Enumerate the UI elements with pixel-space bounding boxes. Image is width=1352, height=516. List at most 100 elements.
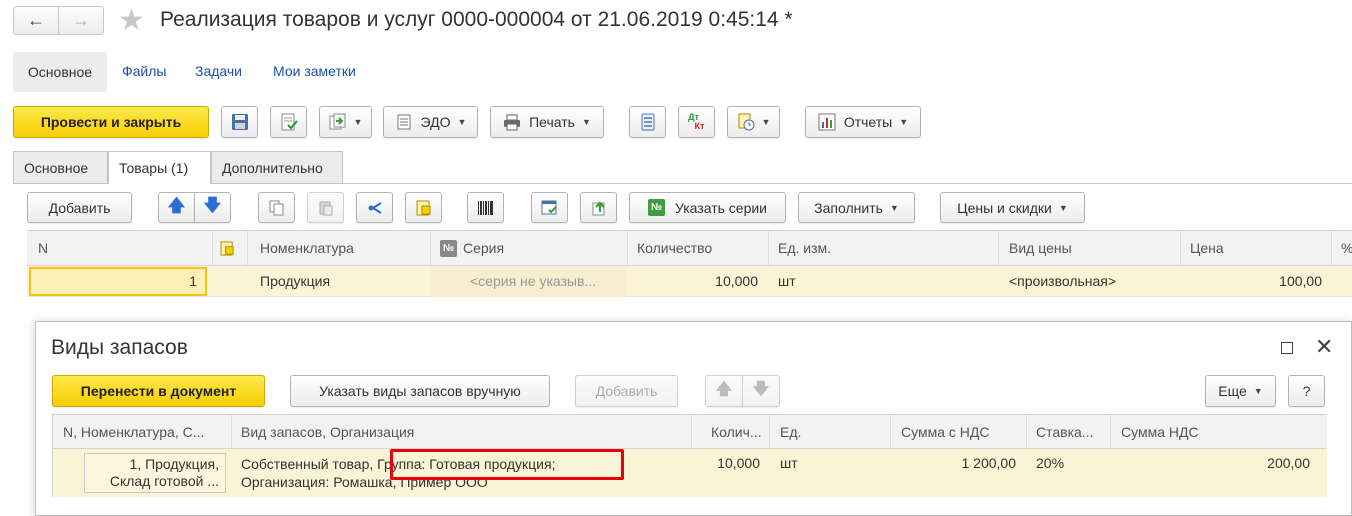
cell-vat-rate[interactable]: 20%	[1036, 455, 1064, 471]
chevron-down-icon: ▼	[1253, 386, 1263, 396]
create-based-on-button[interactable]: ▼	[319, 106, 372, 138]
transfer-to-document-button[interactable]: Перенести в документ	[52, 375, 265, 407]
split-icon	[368, 201, 382, 214]
cell-n[interactable]: 1	[27, 266, 197, 296]
fill-label: Заполнить	[814, 199, 883, 216]
printer-icon	[504, 114, 521, 131]
reports-button[interactable]: Отчеты ▼	[805, 106, 921, 138]
copy-row-button[interactable]	[258, 192, 295, 223]
split-row-button[interactable]	[356, 192, 393, 223]
col-separator	[247, 231, 248, 265]
history-button[interactable]: ▼	[727, 106, 780, 138]
col-separator	[1026, 415, 1027, 448]
specify-series-label: Указать серии	[674, 199, 768, 216]
dtkt-button[interactable]: Дт Кт	[678, 106, 715, 138]
close-icon[interactable]: ✕	[1315, 333, 1333, 361]
nav-link-files[interactable]: Файлы	[122, 63, 166, 79]
cell-price[interactable]: 100,00	[1190, 266, 1322, 296]
more-label: Еще	[1218, 383, 1247, 399]
paste-button[interactable]	[307, 192, 344, 223]
nav-link-main[interactable]: Основное	[13, 52, 107, 92]
tabs-underline	[13, 183, 1352, 184]
cell-price-type[interactable]: <произвольная>	[1009, 266, 1116, 296]
copy-icon	[269, 200, 283, 215]
col-header-unit[interactable]: Ед. изм.	[778, 231, 831, 265]
chevron-down-icon: ▼	[899, 117, 909, 127]
cell-dialog-qty[interactable]: 10,000	[691, 455, 760, 471]
col-header-n-nomenclature[interactable]: N, Номенклатура, С...	[63, 415, 204, 448]
specify-manually-button[interactable]: Указать виды запасов вручную	[290, 375, 550, 407]
goods-table-header: N Номенклатура № Серия Количество Ед. из…	[27, 230, 1352, 266]
stock-select-icon	[416, 200, 430, 215]
goods-add-button[interactable]: Добавить	[27, 192, 132, 223]
chevron-down-icon: ▼	[353, 117, 363, 127]
cell-n-line1: 1, Продукция,	[129, 456, 220, 472]
load-button[interactable]	[580, 192, 617, 223]
col-header-dialog-unit[interactable]: Ед.	[780, 415, 801, 448]
col-header-vat-rate[interactable]: Ставка...	[1036, 415, 1093, 448]
col-header-n[interactable]: N	[38, 231, 48, 265]
dialog-move-down-button[interactable]: 🡇	[742, 375, 780, 407]
more-button[interactable]: Еще ▼	[1205, 375, 1276, 407]
col-header-stock-icon[interactable]	[220, 231, 235, 265]
move-up-button[interactable]: 🡅	[158, 192, 195, 223]
table-row[interactable]: 1, Продукция, Склад готовой ... Собствен…	[52, 449, 1327, 497]
help-label: ?	[1302, 383, 1311, 399]
dialog-move-up-button[interactable]: 🡅	[705, 375, 743, 407]
cell-nomenclature[interactable]: Продукция	[260, 266, 330, 296]
nav-link-notes[interactable]: Мои заметки	[273, 63, 356, 79]
cell-n-nomenclature[interactable]: 1, Продукция, Склад готовой ...	[84, 453, 226, 493]
move-down-button[interactable]: 🡇	[194, 192, 231, 223]
tab-extra[interactable]: Дополнительно	[211, 151, 343, 183]
dialog-add-label: Добавить	[595, 383, 658, 399]
col-header-series[interactable]: № Серия	[440, 231, 504, 265]
tab-goods[interactable]: Товары (1)	[108, 151, 211, 184]
table-row[interactable]: 1 Продукция <серия не указыв... 10,000 ш…	[27, 266, 1352, 297]
tab-extra-label: Дополнительно	[222, 159, 323, 176]
back-button[interactable]: ←	[13, 6, 59, 35]
save-button[interactable]	[221, 106, 258, 138]
post-button[interactable]	[270, 106, 307, 138]
nav-link-tasks[interactable]: Задачи	[195, 63, 242, 79]
help-button[interactable]: ?	[1288, 375, 1325, 407]
cell-qty[interactable]: 10,000	[637, 266, 758, 296]
barcode-button[interactable]	[467, 192, 504, 223]
save-icon	[231, 114, 248, 130]
structure-button[interactable]	[629, 106, 666, 138]
col-separator	[998, 231, 999, 265]
arrow-up-icon: 🡅	[167, 196, 186, 215]
select-items-button[interactable]	[531, 192, 568, 223]
cell-dialog-unit[interactable]: шт	[780, 455, 798, 471]
specify-series-button[interactable]: № Указать серии	[629, 192, 786, 223]
post-and-close-button[interactable]: Провести и закрыть	[13, 106, 209, 138]
col-header-dialog-qty[interactable]: Колич...	[711, 415, 762, 448]
col-header-price[interactable]: Цена	[1190, 231, 1224, 265]
document-clock-icon	[738, 113, 755, 131]
col-header-pct[interactable]: %	[1341, 231, 1352, 265]
cell-series[interactable]: <серия не указыв...	[470, 266, 596, 296]
col-header-vat-sum[interactable]: Сумма НДС	[1121, 415, 1199, 448]
favorite-star-icon[interactable]: ★	[118, 4, 145, 38]
edo-button[interactable]: ЭДО ▼	[383, 106, 478, 138]
cell-sum-vat[interactable]: 1 200,00	[890, 455, 1017, 471]
col-header-qty[interactable]: Количество	[637, 231, 712, 265]
col-separator	[1180, 231, 1181, 265]
stock-button[interactable]	[405, 192, 442, 223]
forward-button[interactable]: →	[58, 6, 104, 35]
create-based-on-icon	[329, 113, 346, 130]
col-header-nomenclature[interactable]: Номенклатура	[260, 231, 354, 265]
cell-vat-sum[interactable]: 200,00	[1110, 455, 1310, 471]
col-header-sum-vat[interactable]: Сумма с НДС	[901, 415, 989, 448]
chevron-down-icon: ▼	[581, 117, 591, 127]
dialog-add-button[interactable]: Добавить	[575, 375, 678, 407]
tab-main[interactable]: Основное	[13, 151, 108, 183]
prices-discounts-button[interactable]: Цены и скидки ▼	[940, 192, 1085, 223]
maximize-icon[interactable]	[1281, 342, 1293, 354]
print-button[interactable]: Печать ▼	[490, 106, 604, 138]
col-separator	[212, 231, 213, 265]
edo-label: ЭДО	[420, 114, 451, 130]
cell-unit[interactable]: шт	[778, 266, 796, 296]
fill-button[interactable]: Заполнить ▼	[798, 192, 915, 223]
col-header-price-type[interactable]: Вид цены	[1009, 231, 1072, 265]
col-header-stock-type[interactable]: Вид запасов, Организация	[241, 415, 414, 448]
